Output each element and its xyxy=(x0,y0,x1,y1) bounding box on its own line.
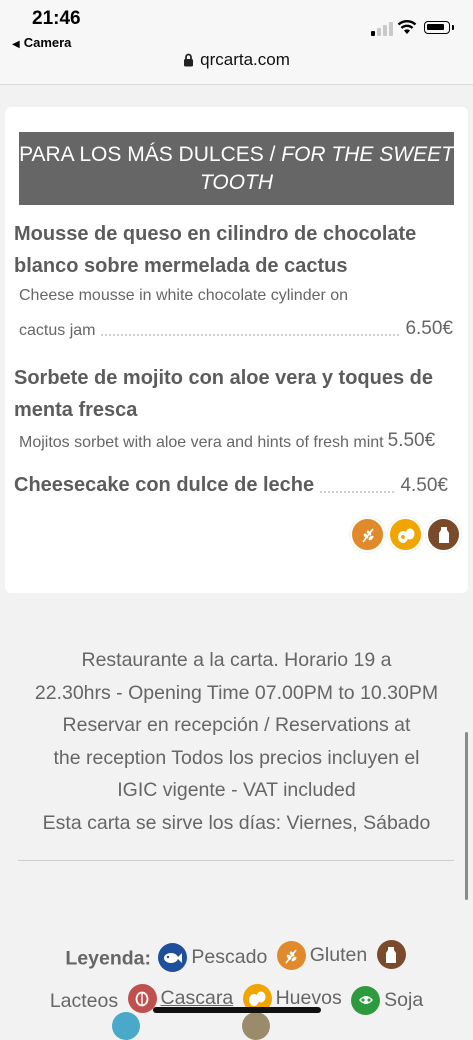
menu-item-row: cactus jam 6.50€ xyxy=(19,318,453,340)
back-label: Camera xyxy=(23,35,72,50)
eggs-icon xyxy=(388,517,423,552)
partial-legend-icon xyxy=(112,1012,140,1040)
menu-item-description: Cheese mousse in white chocolate cylinde… xyxy=(19,287,349,304)
soy-icon xyxy=(351,985,381,1015)
cellular-signal-icon xyxy=(371,22,393,36)
gluten-icon xyxy=(276,941,306,970)
url-text: qrcarta.com xyxy=(200,50,290,69)
status-bar: 21:46 ◀ Camera qrcarta.com xyxy=(0,0,473,85)
back-to-camera-button[interactable]: ◀ Camera xyxy=(12,35,71,50)
divider xyxy=(18,860,454,861)
dotted-leader xyxy=(101,334,400,336)
address-bar[interactable]: qrcarta.com xyxy=(0,50,473,70)
home-indicator[interactable] xyxy=(153,1007,321,1013)
info-line: IGIC vigente - VAT included xyxy=(117,779,356,801)
menu-item-description: Mojitos sorbet with aloe vera and hints … xyxy=(19,434,384,451)
fish-icon xyxy=(158,943,188,972)
partial-legend-icon xyxy=(242,1012,270,1040)
menu-item-price: 5.50€ xyxy=(387,430,436,451)
legend-item-soja: Soja xyxy=(351,981,423,1020)
battery-icon xyxy=(424,21,454,34)
lock-icon xyxy=(184,53,194,67)
legend-item-pescado: Pescado xyxy=(158,938,267,977)
allergen-icons xyxy=(350,517,461,552)
restaurant-info: Restaurante a la carta. Horario 19 a 22.… xyxy=(12,644,461,839)
info-line: Restaurante a la carta. Horario 19 a xyxy=(81,649,392,671)
menu-item-description: cactus jam xyxy=(19,322,96,339)
menu-item-price: 4.50€ xyxy=(400,475,448,496)
section-title-es: PARA LOS MÁS DULCES / xyxy=(19,143,276,166)
menu-item-price: 6.50€ xyxy=(405,318,453,339)
legend-item-gluten: Gluten xyxy=(276,936,367,975)
dairy-icon xyxy=(426,517,461,552)
scrollbar[interactable] xyxy=(465,732,468,900)
menu-item-name: Mousse de queso en cilindro de chocolate… xyxy=(14,223,417,277)
legend-item-lacteos-label: Lacteos xyxy=(49,990,119,1012)
wifi-icon xyxy=(397,20,417,34)
info-line: Reservar en recepción / Reservations at xyxy=(62,714,411,736)
back-arrow-icon: ◀ xyxy=(12,39,20,50)
gluten-icon xyxy=(350,517,385,552)
status-time: 21:46 xyxy=(32,8,81,29)
section-header: PARA LOS MÁS DULCES / FOR THE SWEET TOOT… xyxy=(19,132,454,205)
dotted-leader xyxy=(320,491,395,493)
menu-item-name: Cheesecake con dulce de leche xyxy=(14,474,315,496)
info-line: Esta carta se sirve los días: Viernes, S… xyxy=(42,811,431,834)
menu-item-row: Cheesecake con dulce de leche 4.50€ xyxy=(14,474,448,497)
legend-title: Leyenda: xyxy=(65,947,151,970)
legend-item-lacteos xyxy=(376,940,406,969)
info-line: the reception Todos los precios incluyen… xyxy=(53,746,420,769)
dairy-icon xyxy=(376,940,406,969)
info-line: 22.30hrs - Opening Time 07.00PM to 10.30… xyxy=(34,681,439,704)
menu-item-row: Mojitos sorbet with aloe vera and hints … xyxy=(19,430,453,452)
menu-item-name: Sorbete de mojito con aloe vera y toques… xyxy=(14,367,433,421)
